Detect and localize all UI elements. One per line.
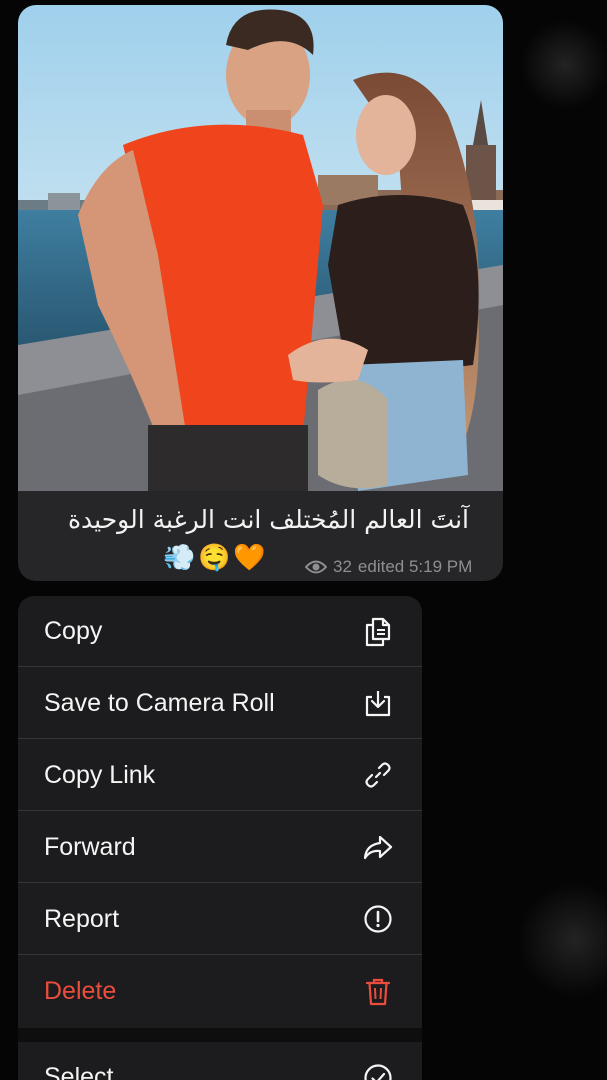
- menu-item-forward[interactable]: Forward: [18, 812, 422, 883]
- message-meta: 32 edited 5:19 PM: [305, 557, 472, 577]
- context-menu: Copy Save to Camera Roll Copy Link Forwa…: [18, 596, 422, 1080]
- menu-item-copy-link[interactable]: Copy Link: [18, 740, 422, 811]
- message-bubble[interactable]: آنتَ العالم المُختلف انت الرغبة الوحيدة …: [18, 5, 503, 581]
- checkmark-circle-icon: [362, 1062, 394, 1080]
- menu-item-save-to-camera-roll[interactable]: Save to Camera Roll: [18, 668, 422, 739]
- link-icon: [362, 759, 394, 791]
- background-blur: [520, 880, 607, 1000]
- menu-item-label: Save to Camera Roll: [44, 688, 275, 717]
- menu-item-label: Forward: [44, 832, 136, 861]
- menu-item-report[interactable]: Report: [18, 884, 422, 955]
- trash-icon: [362, 976, 394, 1008]
- message-photo[interactable]: [18, 5, 503, 491]
- telegram-context-menu-screen: آنتَ العالم المُختلف انت الرغبة الوحيدة …: [0, 0, 607, 1080]
- menu-item-delete[interactable]: Delete: [18, 956, 422, 1027]
- download-icon: [362, 687, 394, 719]
- copy-icon: [362, 615, 394, 647]
- menu-item-label: Select: [44, 1063, 114, 1080]
- background-blur: [520, 20, 607, 110]
- eye-icon: [305, 559, 327, 575]
- view-count: 32: [333, 557, 352, 576]
- emoji-row: 💨 🤤 🧡: [163, 541, 266, 575]
- orange-heart-icon: 🧡: [233, 543, 266, 573]
- menu-item-copy[interactable]: Copy: [18, 596, 422, 667]
- couple-photo: [18, 5, 503, 491]
- menu-item-label: Delete: [44, 977, 117, 1005]
- forward-icon: [362, 831, 394, 863]
- dash-icon: 💨: [163, 543, 196, 573]
- edited-timestamp: edited 5:19 PM: [357, 557, 473, 576]
- message-caption: آنتَ العالم المُختلف انت الرغبة الوحيدة: [67, 505, 469, 534]
- menu-item-label: Copy Link: [44, 760, 156, 789]
- menu-item-label: Report: [44, 904, 120, 933]
- report-icon: [362, 903, 394, 935]
- drooling-face-icon: 🤤: [198, 543, 231, 573]
- menu-item-label: Copy: [44, 616, 103, 645]
- menu-item-select[interactable]: Select: [18, 1042, 422, 1080]
- menu-separator: [18, 1028, 422, 1042]
